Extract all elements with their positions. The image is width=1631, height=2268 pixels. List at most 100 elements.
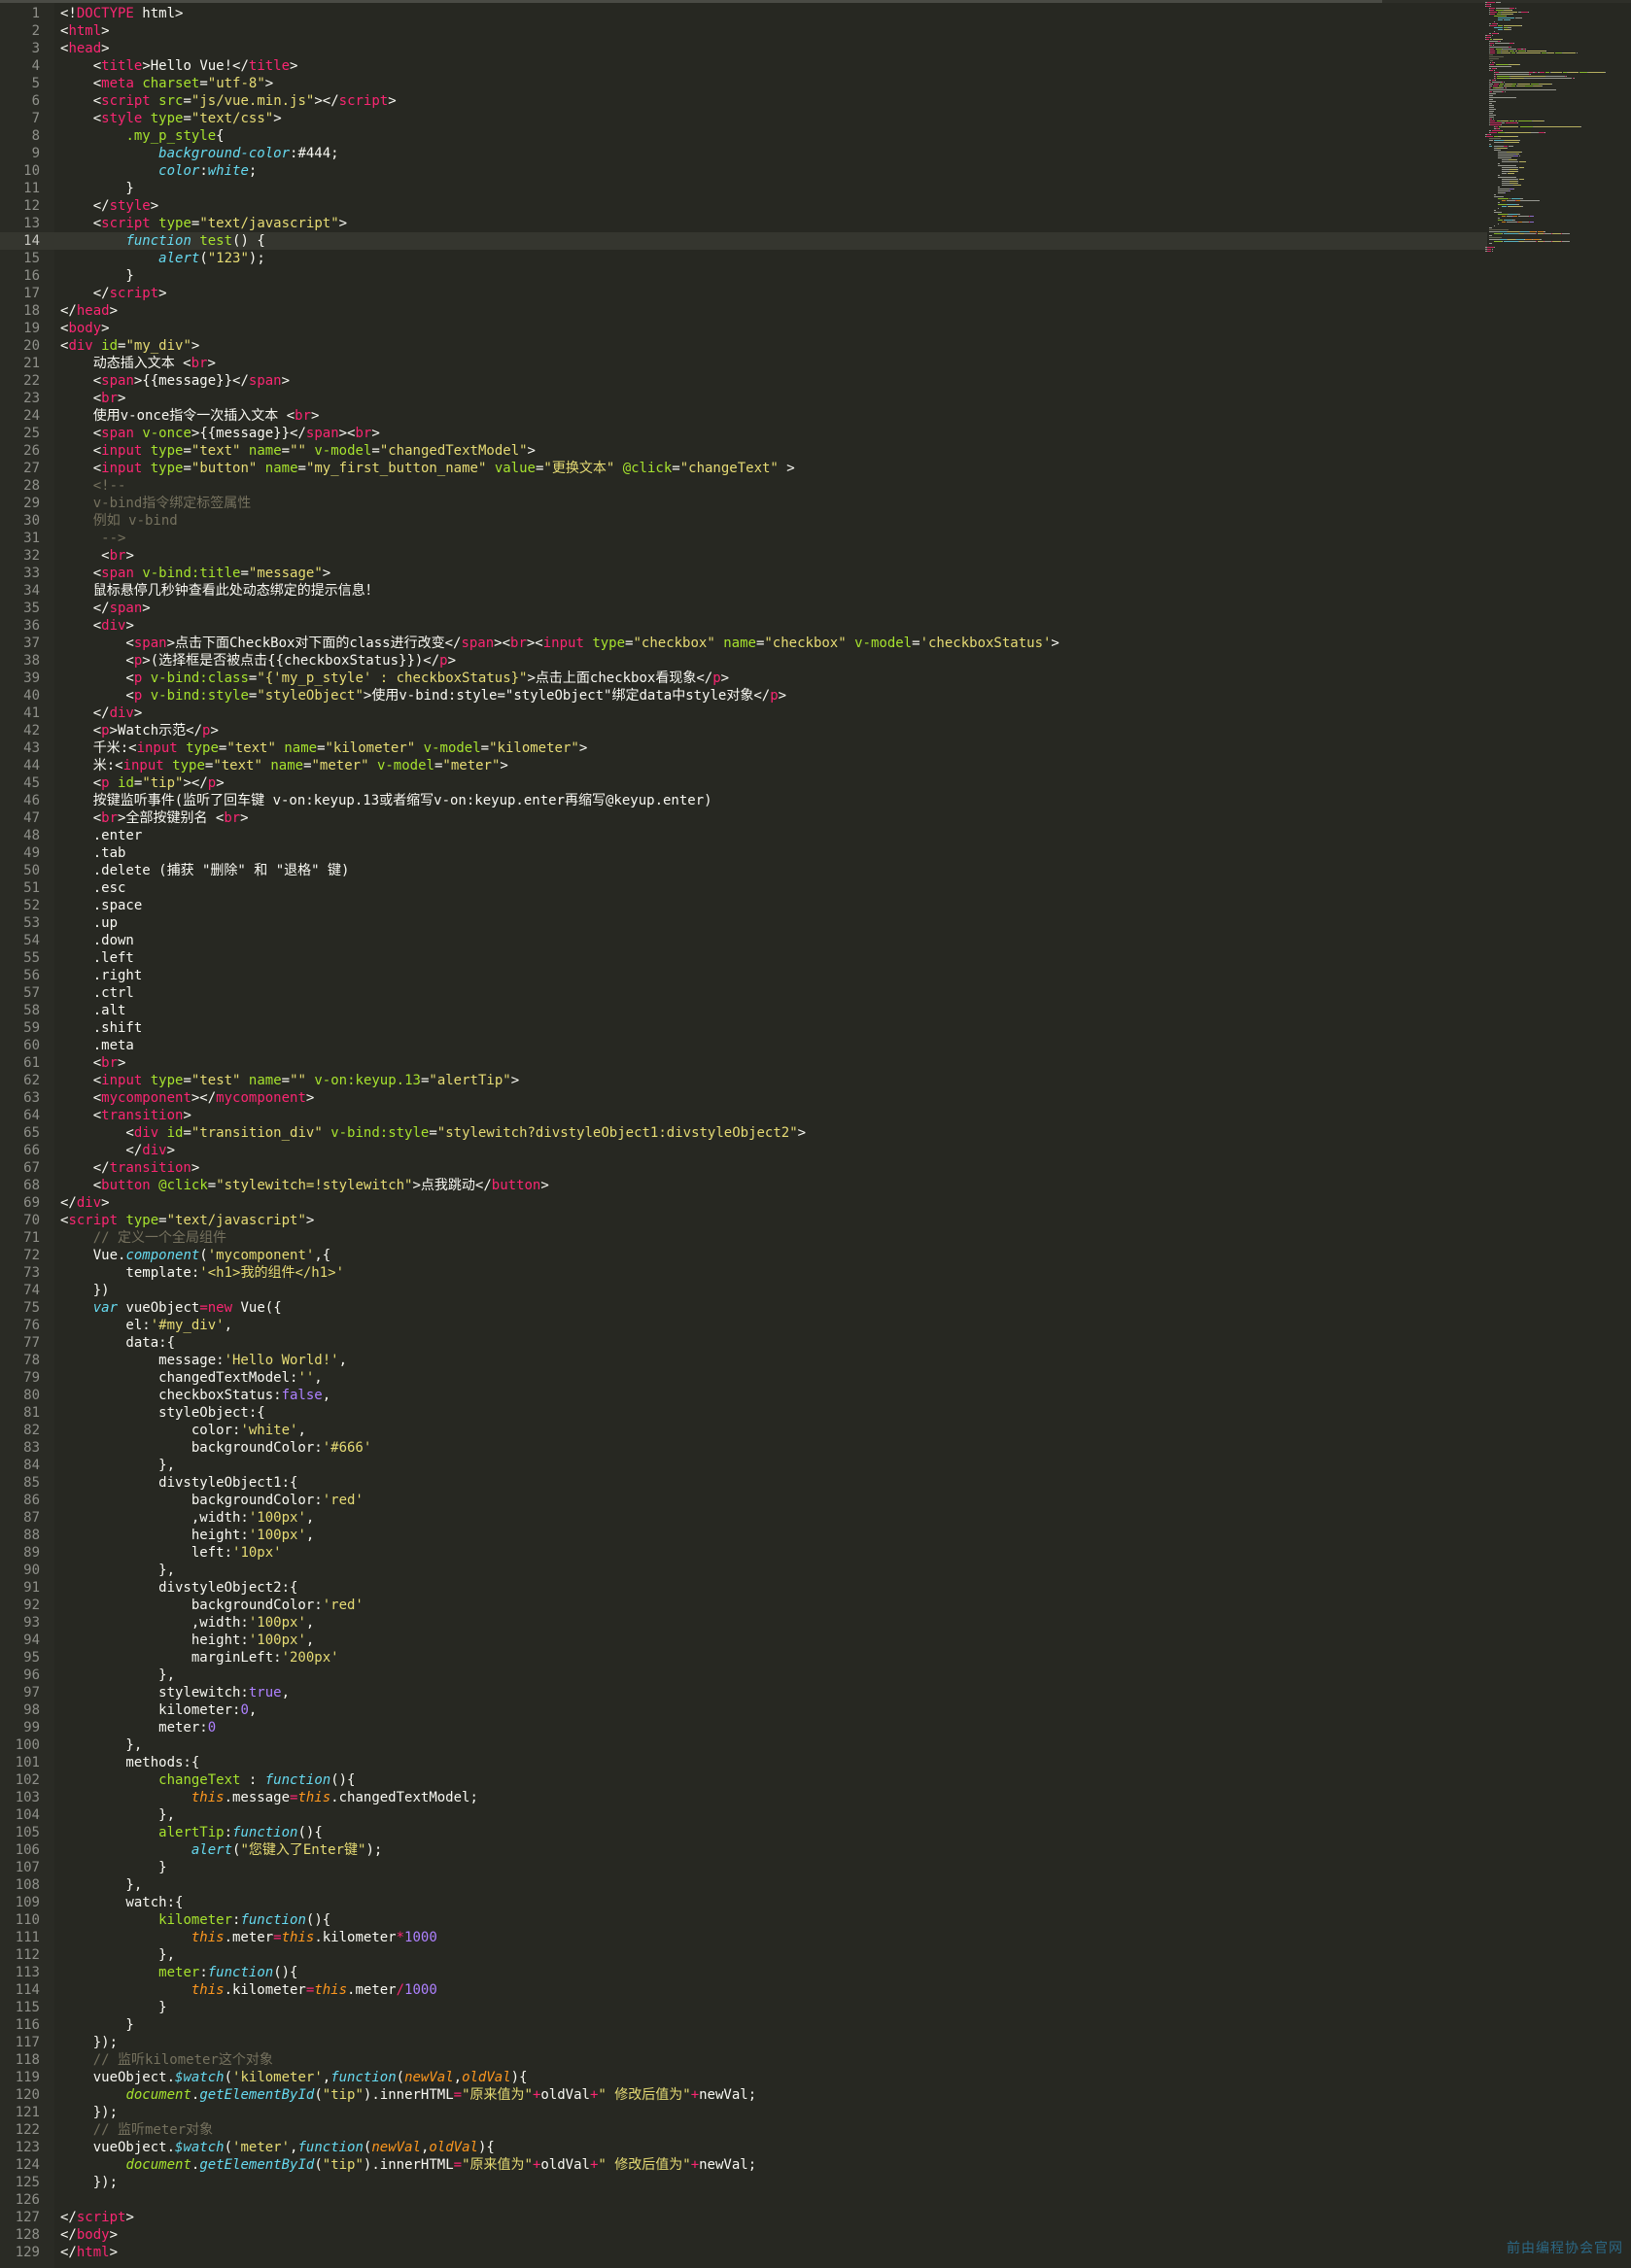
code-line[interactable]: 87 ,width:'100px', bbox=[0, 1509, 1487, 1527]
code-line[interactable]: 7 <style type="text/css"> bbox=[0, 110, 1487, 127]
code-line[interactable]: 96 }, bbox=[0, 1667, 1487, 1684]
code-line[interactable]: 86 backgroundColor:'red' bbox=[0, 1492, 1487, 1509]
code-line[interactable]: 27 <input type="button" name="my_first_b… bbox=[0, 460, 1487, 477]
code-line[interactable]: 19 <body> bbox=[0, 320, 1487, 337]
code-line[interactable]: 79 changedTextModel:'', bbox=[0, 1369, 1487, 1387]
code-line[interactable]: 90 }, bbox=[0, 1562, 1487, 1579]
code-line[interactable]: 73 template:'<h1>我的组件</h1>' bbox=[0, 1264, 1487, 1282]
code-line[interactable]: 101 methods:{ bbox=[0, 1754, 1487, 1771]
code-line[interactable]: 115 } bbox=[0, 1999, 1487, 2016]
code-line[interactable]: 92 backgroundColor:'red' bbox=[0, 1597, 1487, 1614]
code-line[interactable]: 17 </script> bbox=[0, 285, 1487, 302]
code-line[interactable]: 97 stylewitch:true, bbox=[0, 1684, 1487, 1701]
code-line[interactable]: 77 data:{ bbox=[0, 1334, 1487, 1352]
code-line[interactable]: 51 .esc bbox=[0, 879, 1487, 897]
code-line[interactable]: 22 <span>{{message}}</span> bbox=[0, 372, 1487, 390]
code-line[interactable]: 117 }); bbox=[0, 2034, 1487, 2051]
code-line[interactable]: 20 <div id="my_div"> bbox=[0, 337, 1487, 355]
code-line[interactable]: 46 按键监听事件(监听了回车键 v-on:keyup.13或者缩写v-on:k… bbox=[0, 792, 1487, 809]
code-line[interactable]: 44 米:<input type="text" name="meter" v-m… bbox=[0, 757, 1487, 774]
code-line[interactable]: 41 </div> bbox=[0, 704, 1487, 722]
code-line[interactable]: 34 鼠标悬停几秒钟查看此处动态绑定的提示信息！ bbox=[0, 582, 1487, 600]
code-line[interactable]: 33 <span v-bind:title="message"> bbox=[0, 565, 1487, 582]
code-line[interactable]: 11 } bbox=[0, 180, 1487, 197]
code-line[interactable]: 106 alert("您键入了Enter键"); bbox=[0, 1841, 1487, 1859]
code-line[interactable]: 6 <script src="js/vue.min.js"></script> bbox=[0, 92, 1487, 110]
code-line[interactable]: 24 使用v-once指令一次插入文本 <br> bbox=[0, 407, 1487, 425]
code-editor[interactable]: 1 <!DOCTYPE html> 2 <html> 3 <head> 4 <title>H… bbox=[0, 0, 1631, 2268]
code-line[interactable]: 32 <br> bbox=[0, 547, 1487, 565]
code-line[interactable]: 112 }, bbox=[0, 1946, 1487, 1964]
code-line[interactable]: 28 <!-- bbox=[0, 477, 1487, 495]
code-line[interactable]: 83 backgroundColor:'#666' bbox=[0, 1439, 1487, 1457]
code-line[interactable]: 62 <input type="test" name="" v-on:keyup… bbox=[0, 1072, 1487, 1089]
code-line[interactable]: 36 <div> bbox=[0, 617, 1487, 635]
code-line[interactable]: 116 } bbox=[0, 2016, 1487, 2034]
code-line[interactable]: 113 meter:function(){ bbox=[0, 1964, 1487, 1981]
code-line[interactable]: 75 var vueObject=new Vue({ bbox=[0, 1299, 1487, 1317]
code-line[interactable]: 16 } bbox=[0, 267, 1487, 285]
code-line[interactable]: 98 kilometer:0, bbox=[0, 1701, 1487, 1719]
code-line[interactable]: 125 }); bbox=[0, 2174, 1487, 2191]
code-line[interactable]: 121 }); bbox=[0, 2104, 1487, 2121]
code-line[interactable]: 84 }, bbox=[0, 1457, 1487, 1474]
code-line[interactable]: 123 vueObject.$watch('meter',function(ne… bbox=[0, 2139, 1487, 2156]
code-line[interactable]: 107 } bbox=[0, 1859, 1487, 1876]
code-line[interactable]: 50 .delete (捕获 "删除" 和 "退格" 键) bbox=[0, 862, 1487, 879]
code-line[interactable]: 129 </html> bbox=[0, 2244, 1487, 2261]
code-line[interactable]: 70 <script type="text/javascript"> bbox=[0, 1212, 1487, 1229]
editor-tab-strip[interactable] bbox=[0, 0, 1631, 3]
code-line[interactable]: 95 marginLeft:'200px' bbox=[0, 1649, 1487, 1667]
code-line[interactable]: 108 }, bbox=[0, 1876, 1487, 1894]
code-line[interactable]: 43 千米:<input type="text" name="kilometer… bbox=[0, 739, 1487, 757]
code-line[interactable]: 93 ,width:'100px', bbox=[0, 1614, 1487, 1632]
code-line[interactable]: 37 <span>点击下面CheckBox对下面的class进行改变</span… bbox=[0, 635, 1487, 652]
code-line[interactable]: 31 --> bbox=[0, 530, 1487, 547]
code-line[interactable]: 23 <br> bbox=[0, 390, 1487, 407]
code-line[interactable]: 119 vueObject.$watch('kilometer',functio… bbox=[0, 2069, 1487, 2086]
code-line[interactable]: 111 this.meter=this.kilometer*1000 bbox=[0, 1929, 1487, 1946]
code-line[interactable]: 80 checkboxStatus:false, bbox=[0, 1387, 1487, 1404]
code-line[interactable]: 8 .my_p_style{ bbox=[0, 127, 1487, 145]
code-line[interactable]: 61 <br> bbox=[0, 1054, 1487, 1072]
code-line[interactable]: 100 }, bbox=[0, 1736, 1487, 1754]
code-line[interactable]: 91 divstyleObject2:{ bbox=[0, 1579, 1487, 1597]
code-line[interactable]: 81 styleObject:{ bbox=[0, 1404, 1487, 1422]
code-line[interactable]: 103 this.message=this.changedTextModel; bbox=[0, 1789, 1487, 1806]
code-line[interactable]: 57 .ctrl bbox=[0, 984, 1487, 1002]
code-line[interactable]: 85 divstyleObject1:{ bbox=[0, 1474, 1487, 1492]
code-line[interactable]: 67 </transition> bbox=[0, 1159, 1487, 1177]
code-line[interactable]: 2 <html> bbox=[0, 22, 1487, 40]
code-line[interactable]: 42 <p>Watch示范</p> bbox=[0, 722, 1487, 739]
code-line[interactable]: 12 </style> bbox=[0, 197, 1487, 215]
code-line[interactable]: 71 // 定义一个全局组件 bbox=[0, 1229, 1487, 1247]
code-line[interactable]: 54 .down bbox=[0, 932, 1487, 949]
code-line[interactable]: 109 watch:{ bbox=[0, 1894, 1487, 1911]
code-line[interactable]: 59 .shift bbox=[0, 1019, 1487, 1037]
code-line[interactable]: 114 this.kilometer=this.meter/1000 bbox=[0, 1981, 1487, 1999]
code-line[interactable]: 66 </div> bbox=[0, 1142, 1487, 1159]
code-line[interactable]: 128 </body> bbox=[0, 2226, 1487, 2244]
code-line[interactable]: 3 <head> bbox=[0, 40, 1487, 57]
code-line[interactable]: 78 message:'Hello World!', bbox=[0, 1352, 1487, 1369]
code-line[interactable]: 25 <span v-once>{{message}}</span><br> bbox=[0, 425, 1487, 442]
code-line[interactable]: 69 </div> bbox=[0, 1194, 1487, 1212]
code-line[interactable]: 45 <p id="tip"></p> bbox=[0, 774, 1487, 792]
code-line[interactable]: 60 .meta bbox=[0, 1037, 1487, 1054]
code-line[interactable]: 56 .right bbox=[0, 967, 1487, 984]
code-line[interactable]: 9 background-color:#444; bbox=[0, 145, 1487, 162]
code-line[interactable]: 105 alertTip:function(){ bbox=[0, 1824, 1487, 1841]
code-line[interactable]: 48 .enter bbox=[0, 827, 1487, 844]
code-line[interactable]: 52 .space bbox=[0, 897, 1487, 914]
code-line[interactable]: 126 bbox=[0, 2191, 1487, 2209]
code-line[interactable]: 99 meter:0 bbox=[0, 1719, 1487, 1736]
code-line[interactable]: 4 <title>Hello Vue!</title> bbox=[0, 57, 1487, 75]
code-line[interactable]: 49 .tab bbox=[0, 844, 1487, 862]
code-line[interactable]: 39 <p v-bind:class="{'my_p_style' : chec… bbox=[0, 670, 1487, 687]
code-line[interactable]: 10 color:white; bbox=[0, 162, 1487, 180]
code-line[interactable]: 21 动态插入文本 <br> bbox=[0, 355, 1487, 372]
code-line[interactable]: 55 .left bbox=[0, 949, 1487, 967]
code-line[interactable]: 72 Vue.component('mycomponent',{ bbox=[0, 1247, 1487, 1264]
code-line[interactable]: 82 color:'white', bbox=[0, 1422, 1487, 1439]
code-line[interactable]: 18 </head> bbox=[0, 302, 1487, 320]
